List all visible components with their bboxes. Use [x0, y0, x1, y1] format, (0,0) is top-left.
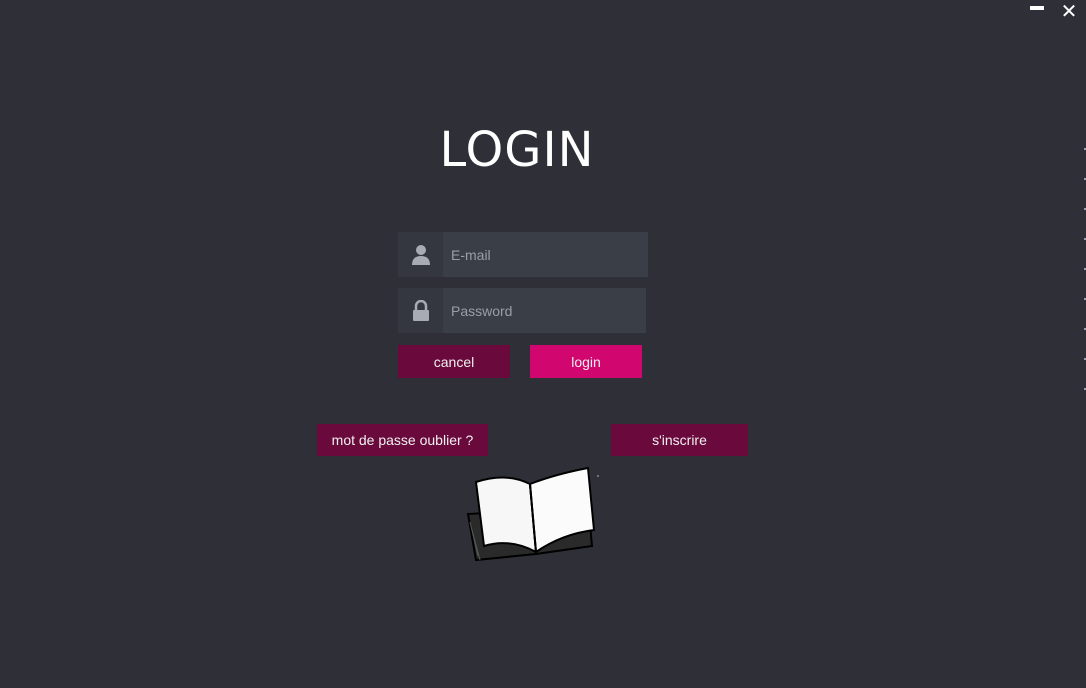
password-field-group [398, 288, 646, 333]
forgot-password-button[interactable]: mot de passe oublier ? [317, 424, 488, 456]
user-icon [411, 244, 430, 265]
minimize-button[interactable] [1028, 2, 1046, 20]
open-book-icon [466, 466, 599, 562]
password-input[interactable] [443, 288, 646, 333]
login-button[interactable]: login [530, 345, 642, 378]
email-input[interactable] [443, 232, 648, 277]
password-icon-box [398, 288, 443, 333]
minimize-icon [1030, 6, 1044, 10]
cancel-button[interactable]: cancel [398, 345, 510, 378]
email-field-group [398, 232, 648, 277]
signup-button[interactable]: s'inscrire [611, 424, 748, 456]
page-title: LOGIN [439, 122, 595, 178]
close-button[interactable]: ✕ [1060, 0, 1078, 23]
lock-icon [412, 299, 429, 321]
window-controls: ✕ [1028, 0, 1078, 23]
email-icon-box [398, 232, 443, 277]
login-window: ✕ LOGIN cancel login mot de passe oublie… [0, 0, 1086, 688]
close-icon: ✕ [1060, 0, 1078, 23]
